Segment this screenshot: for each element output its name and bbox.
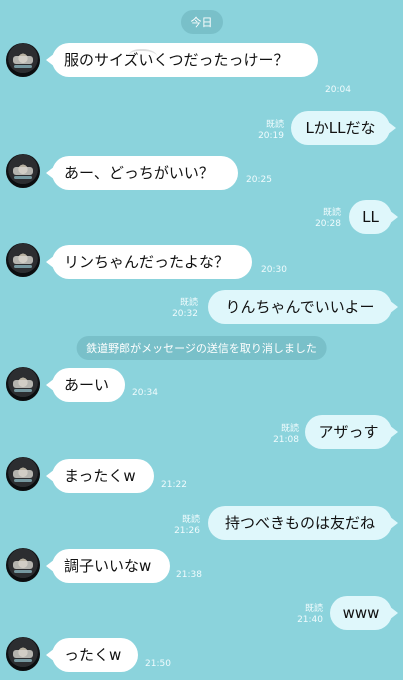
message-time: 20:30 xyxy=(261,265,287,275)
message-text: リンちゃんだったよな？ xyxy=(64,253,230,271)
message-bubble-incoming[interactable]: 調子いいなw xyxy=(46,549,170,584)
read-status: 既読 xyxy=(179,298,198,308)
read-status: 既読 xyxy=(265,120,284,130)
message-time: 21:26 xyxy=(174,526,200,536)
message-text: www xyxy=(342,604,380,622)
message-meta: 既読 20:19 xyxy=(250,120,284,142)
message-time: 20:32 xyxy=(172,309,198,319)
message-bubble-outgoing[interactable]: りんちゃんでいいよー xyxy=(208,290,398,325)
message-meta: 21:38 xyxy=(176,570,202,581)
message-meta: 既読 21:08 xyxy=(265,424,299,446)
message-meta: 21:50 xyxy=(145,659,171,670)
message-bubble-outgoing[interactable]: アザっす xyxy=(305,415,398,450)
message-text: 調子いいなw xyxy=(64,557,152,575)
avatar[interactable] xyxy=(6,154,40,188)
message-meta: 既読 21:26 xyxy=(166,515,200,537)
message-time: 20:34 xyxy=(132,388,158,398)
message-text: まったくw xyxy=(64,467,136,485)
read-status: 既読 xyxy=(181,515,200,525)
message-text: LかLLだな xyxy=(305,119,376,137)
avatar[interactable] xyxy=(6,637,40,671)
message-text: 持つべきものは友だね xyxy=(224,514,375,532)
message-meta: 21:22 xyxy=(161,480,187,491)
message-bubble-incoming[interactable]: リンちゃんだったよな？ xyxy=(46,245,252,280)
message-time: 21:08 xyxy=(273,435,299,445)
message-text: りんちゃんでいいよー xyxy=(225,298,375,316)
read-status: 既読 xyxy=(322,208,341,218)
message-bubble-incoming[interactable]: まったくw xyxy=(46,459,154,494)
system-notice: 鉄道野郎がメッセージの送信を取り消しました xyxy=(76,336,327,360)
message-time: 20:25 xyxy=(246,175,272,185)
message-text: あー、どっちがいい？ xyxy=(64,164,214,182)
message-bubble-incoming[interactable]: 服のサイズいくつだったっけー？ xyxy=(46,43,318,78)
message-time: 21:22 xyxy=(161,480,187,490)
message-time: 20:04 xyxy=(325,85,351,95)
message-bubble-outgoing[interactable]: LL xyxy=(349,200,398,235)
message-time: 20:28 xyxy=(315,219,341,229)
message-meta: 既読 21:40 xyxy=(289,604,323,626)
avatar[interactable] xyxy=(6,243,40,277)
message-meta: 20:30 xyxy=(261,265,287,276)
avatar[interactable] xyxy=(6,548,40,582)
message-text: 服のサイズいくつだったっけー？ xyxy=(64,51,289,69)
message-time: 21:40 xyxy=(297,615,323,625)
message-bubble-incoming[interactable]: あー、どっちがいい？ xyxy=(46,156,238,191)
read-status: 既読 xyxy=(304,604,323,614)
avatar[interactable] xyxy=(6,457,40,491)
message-meta: 既読 20:28 xyxy=(307,208,341,230)
message-text: アザっす xyxy=(318,423,379,441)
message-time: 21:50 xyxy=(145,659,171,669)
message-bubble-incoming[interactable]: あーい xyxy=(46,368,125,403)
message-bubble-outgoing[interactable]: LかLLだな xyxy=(291,111,396,146)
message-time: 21:38 xyxy=(176,570,202,580)
system-notice-text: 鉄道野郎がメッセージの送信を取り消しました xyxy=(86,342,317,355)
message-text: LL xyxy=(362,208,379,226)
avatar[interactable] xyxy=(6,43,40,77)
message-bubble-outgoing[interactable]: www xyxy=(330,596,398,631)
read-status: 既読 xyxy=(280,424,299,434)
date-label: 今日 xyxy=(190,16,213,29)
message-bubble-outgoing[interactable]: 持つべきものは友だね xyxy=(208,506,398,541)
message-meta: 20:04 xyxy=(325,85,351,96)
message-time: 20:19 xyxy=(258,131,284,141)
message-meta: 20:25 xyxy=(246,175,272,186)
message-meta: 20:34 xyxy=(132,388,158,399)
date-separator: 今日 xyxy=(180,10,223,34)
message-text: あーい xyxy=(64,376,110,394)
avatar[interactable] xyxy=(6,367,40,401)
message-bubble-incoming[interactable]: ったくw xyxy=(46,638,138,673)
message-meta: 既読 20:32 xyxy=(164,298,198,320)
message-text: ったくw xyxy=(64,646,122,664)
